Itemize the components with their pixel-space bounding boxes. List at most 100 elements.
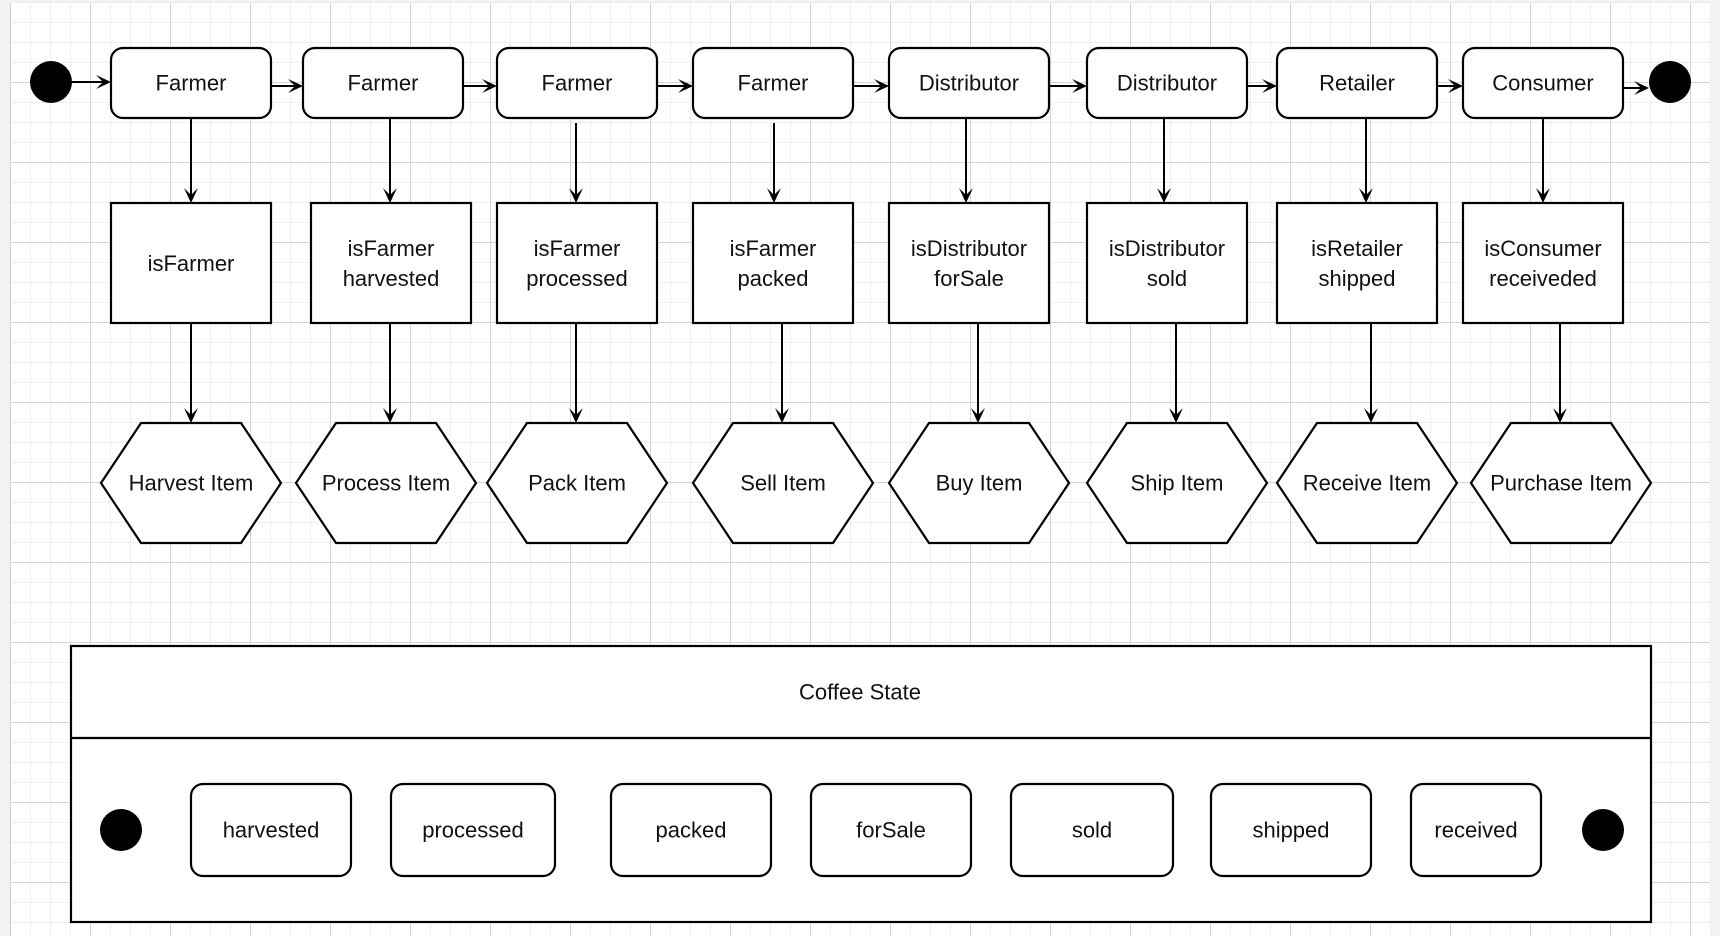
actor-label: Farmer [348, 71, 419, 96]
role-check-line: isFarmer [730, 236, 817, 261]
role-check-node[interactable]: isFarmer packed [691, 201, 855, 325]
edge-actor-to-role-check [1536, 118, 1550, 203]
state-node-shipped[interactable]: shipped [1209, 782, 1373, 878]
edge-actor-to-next-actor [460, 79, 497, 93]
coffee-initial-state-node[interactable] [100, 809, 142, 851]
edge-role-check-to-action [1553, 323, 1567, 423]
edge-actor-to-next-actor [850, 79, 889, 93]
state-node-received[interactable]: received [1409, 782, 1543, 878]
coffee-state-title: Coffee State [799, 680, 921, 705]
role-check-line: shipped [1318, 266, 1395, 291]
role-check-node[interactable]: isDistributor sold [1085, 201, 1249, 325]
role-check-label: isFarmer [148, 251, 235, 276]
role-check-line: isRetailer [1311, 236, 1403, 261]
role-check-line: isFarmer [534, 236, 621, 261]
initial-state-node[interactable] [30, 61, 72, 103]
role-check-line: isFarmer [348, 236, 435, 261]
edge-role-check-to-action [184, 323, 198, 423]
state-node-sold[interactable]: sold [1009, 782, 1175, 878]
edge-actor-to-role-check [569, 123, 583, 203]
edge-actor-to-next-actor [268, 79, 303, 93]
edge-actor-to-role-check [1359, 118, 1373, 203]
nodes-layer: Farmer isFarmer Harvest Item Farmer isFarmer… [30, 46, 1691, 924]
state-label: harvested [223, 818, 320, 843]
role-check-box[interactable] [1085, 201, 1249, 325]
edge-role-check-to-action [569, 323, 583, 423]
actor-node-retailer[interactable]: Retailer [1275, 46, 1439, 120]
action-node[interactable]: Harvest Item [99, 421, 283, 545]
actor-node-farmer[interactable]: Farmer [109, 46, 273, 120]
edge-actor-to-next-actor [654, 79, 693, 93]
edge-actor-to-role-check [767, 123, 781, 203]
role-check-node[interactable]: isFarmer harvested [309, 201, 473, 325]
role-check-box[interactable] [1461, 201, 1625, 325]
edge-actor-to-role-check [184, 118, 198, 203]
role-check-line: packed [738, 266, 809, 291]
actor-node-farmer[interactable]: Farmer [691, 46, 855, 120]
role-check-line: isDistributor [911, 236, 1027, 261]
coffee-final-state-node[interactable] [1582, 809, 1624, 851]
state-node-packed[interactable]: packed [609, 782, 773, 878]
actor-label: Farmer [542, 71, 613, 96]
action-node[interactable]: Ship Item [1085, 421, 1269, 545]
role-check-line: forSale [934, 266, 1004, 291]
role-check-node[interactable]: isRetailer shipped [1275, 201, 1439, 325]
state-label: forSale [856, 818, 926, 843]
edge-last-actor-to-end [1623, 81, 1649, 95]
actor-label: Distributor [1117, 71, 1217, 96]
edge-actor-to-role-check [1157, 118, 1171, 203]
edge-actor-to-next-actor [1244, 79, 1277, 93]
action-node[interactable]: Purchase Item [1469, 421, 1653, 545]
actor-label: Farmer [738, 71, 809, 96]
state-label: sold [1072, 818, 1112, 843]
role-check-line: isFarmer [148, 251, 235, 276]
edge-role-check-to-action [971, 323, 985, 423]
actor-node-farmer[interactable]: Farmer [495, 46, 659, 120]
actor-node-consumer[interactable]: Consumer [1461, 46, 1625, 120]
actor-node-distributor[interactable]: Distributor [1085, 46, 1249, 120]
action-label: Purchase Item [1490, 471, 1632, 496]
state-label: packed [656, 818, 727, 843]
role-check-box[interactable] [691, 201, 855, 325]
role-check-line: isConsumer [1484, 236, 1601, 261]
action-node[interactable]: Sell Item [691, 421, 875, 545]
actor-label: Consumer [1492, 71, 1593, 96]
role-check-node[interactable]: isDistributor forSale [887, 201, 1051, 325]
role-check-line: harvested [343, 266, 440, 291]
role-check-node[interactable]: isFarmer processed [495, 201, 659, 325]
edge-actor-to-role-check [959, 118, 973, 203]
action-node[interactable]: Pack Item [485, 421, 669, 545]
edge-actor-to-next-actor [1434, 79, 1463, 93]
state-node-processed[interactable]: processed [389, 782, 557, 878]
actor-node-distributor[interactable]: Distributor [887, 46, 1051, 120]
action-label: Harvest Item [129, 471, 254, 496]
edge-role-check-to-action [1364, 323, 1378, 423]
action-node[interactable]: Buy Item [887, 421, 1071, 545]
action-node[interactable]: Receive Item [1275, 421, 1459, 545]
role-check-box[interactable] [495, 201, 659, 325]
state-node-forsale[interactable]: forSale [809, 782, 973, 878]
role-check-node[interactable]: isFarmer [109, 201, 273, 325]
edge-actor-to-role-check [383, 118, 397, 203]
actor-label: Retailer [1319, 71, 1395, 96]
role-check-box[interactable] [309, 201, 473, 325]
action-label: Pack Item [528, 471, 626, 496]
role-check-line: sold [1147, 266, 1187, 291]
action-label: Process Item [322, 471, 450, 496]
action-label: Sell Item [740, 471, 826, 496]
role-check-line: processed [526, 266, 628, 291]
edge-role-check-to-action [1169, 323, 1183, 423]
role-check-box[interactable] [1275, 201, 1439, 325]
role-check-line: isDistributor [1109, 236, 1225, 261]
role-check-box[interactable] [887, 201, 1051, 325]
state-label: processed [422, 818, 524, 843]
actor-node-farmer[interactable]: Farmer [301, 46, 465, 120]
edge-role-check-to-action [775, 323, 789, 423]
state-label: shipped [1252, 818, 1329, 843]
actor-label: Distributor [919, 71, 1019, 96]
final-state-node[interactable] [1649, 61, 1691, 103]
role-check-node[interactable]: isConsumer receiveded [1461, 201, 1625, 325]
role-check-line: receiveded [1489, 266, 1597, 291]
state-node-harvested[interactable]: harvested [189, 782, 353, 878]
action-node[interactable]: Process Item [294, 421, 478, 545]
